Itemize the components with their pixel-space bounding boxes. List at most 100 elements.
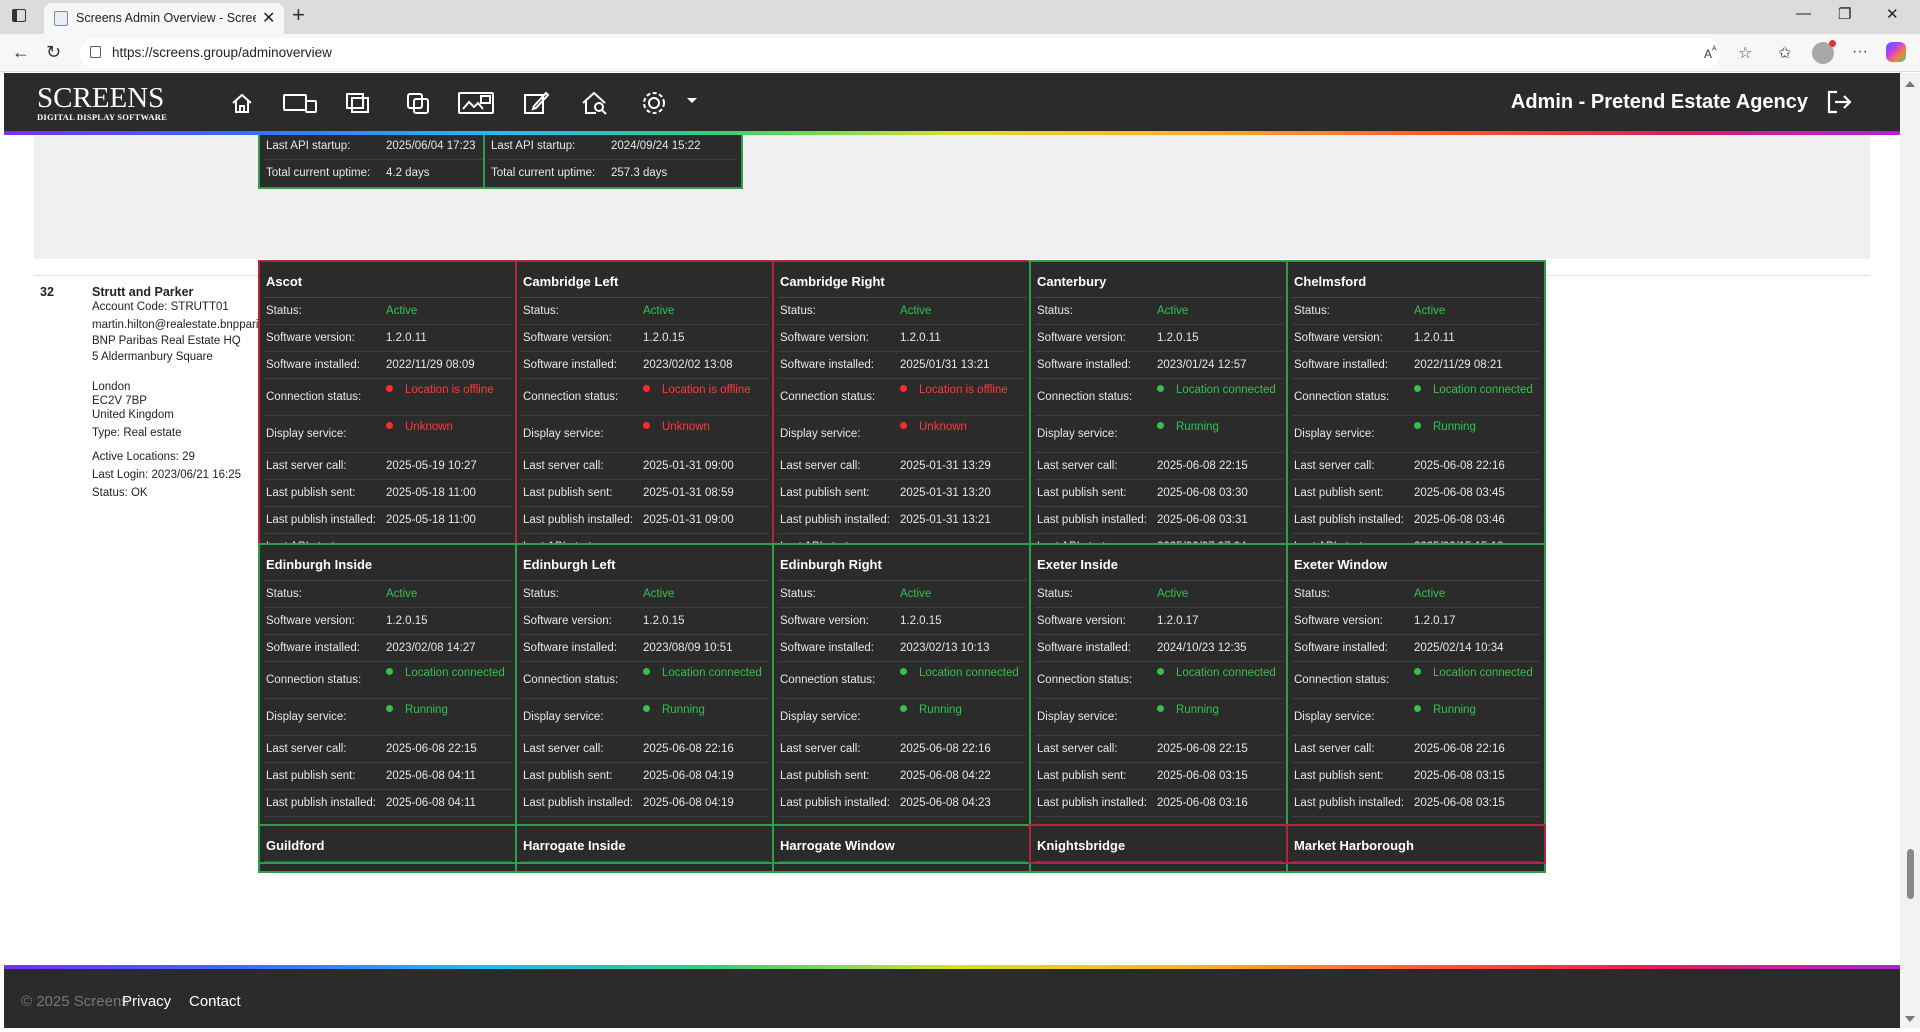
location-card[interactable]: Cambridge Right Status: Active Software ver… xyxy=(772,260,1032,590)
location-name[interactable]: Canterbury xyxy=(1035,262,1283,298)
account-info-line: Last Login: 2023/06/21 16:25 xyxy=(92,469,241,481)
new-tab-icon[interactable]: + xyxy=(292,3,305,27)
location-name[interactable]: Harrogate Window xyxy=(778,826,1026,862)
location-card[interactable]: Market Harborough xyxy=(1286,824,1546,864)
read-aloud-icon[interactable]: Aᴬ xyxy=(1704,45,1717,61)
row-label: Last publish sent: xyxy=(1294,770,1384,782)
status-text: Location connected xyxy=(662,667,762,679)
location-card[interactable]: Last API startup: 2025/06/04 17:23 Total c… xyxy=(258,135,518,189)
browser-tab[interactable]: Screens Admin Overview - Screens ✕ xyxy=(44,3,284,34)
minimize-icon[interactable]: — xyxy=(1796,5,1811,22)
settings-icon[interactable] xyxy=(634,87,674,119)
card-row-display: Display service: Running xyxy=(521,699,769,736)
row-label: Connection status: xyxy=(1037,391,1133,403)
location-name[interactable]: Exeter Window xyxy=(1292,545,1540,581)
copilot-icon[interactable] xyxy=(1886,42,1906,62)
favorites-icon[interactable]: ✩ xyxy=(1778,43,1791,63)
reload-icon[interactable]: ↻ xyxy=(46,42,61,63)
row-value: 2022/11/29 08:21 xyxy=(1414,359,1503,371)
location-name[interactable]: Knightsbridge xyxy=(1035,826,1283,862)
location-name[interactable]: Cambridge Right xyxy=(778,262,1026,298)
location-name[interactable]: Chelmsford xyxy=(1292,262,1540,298)
location-name[interactable]: Edinburgh Inside xyxy=(264,545,512,581)
copy-icon[interactable] xyxy=(398,87,438,119)
row-label: Last publish sent: xyxy=(523,770,613,782)
location-name[interactable]: Edinburgh Right xyxy=(778,545,1026,581)
location-card[interactable]: Harrogate Window xyxy=(772,824,1032,864)
row-value: Location is offline xyxy=(900,384,1008,396)
card-row: Last API startup: 2025/06/04 17:23 xyxy=(264,135,512,160)
location-card[interactable]: Guildford xyxy=(258,824,518,864)
location-name[interactable]: Harrogate Inside xyxy=(521,826,769,862)
row-label: Status: xyxy=(780,588,816,600)
scroll-up-icon[interactable] xyxy=(1905,81,1915,87)
scroll-down-icon[interactable] xyxy=(1905,1016,1915,1022)
privacy-link[interactable]: Privacy xyxy=(122,993,171,1010)
home-icon[interactable] xyxy=(222,87,262,119)
close-window-icon[interactable]: ✕ xyxy=(1886,5,1899,23)
row-value: 1.2.0.15 xyxy=(643,615,685,627)
status-dot-icon xyxy=(1414,705,1421,712)
row-label: Display service: xyxy=(1294,711,1375,723)
card-row-publish-sent: Last publish sent: 2025-06-08 03:30 xyxy=(1035,480,1283,507)
url-text[interactable]: https://screens.group/adminoverview xyxy=(112,45,332,60)
card-row-server-call: Last server call: 2025-06-08 22:16 xyxy=(521,736,769,763)
window-menu-icon[interactable] xyxy=(12,9,26,22)
close-tab-icon[interactable]: ✕ xyxy=(262,8,275,28)
edit-icon[interactable] xyxy=(516,87,556,119)
profile-avatar[interactable] xyxy=(1812,40,1836,64)
back-icon[interactable]: ← xyxy=(12,42,30,63)
contact-link[interactable]: Contact xyxy=(189,993,241,1010)
location-card[interactable]: Knightsbridge xyxy=(1029,824,1289,864)
card-row-publish-sent: Last publish sent: 2025-06-08 03:15 xyxy=(1292,763,1540,790)
layers-icon[interactable] xyxy=(338,87,378,119)
card-row-server-call: Last server call: 2025-01-31 09:00 xyxy=(521,453,769,480)
card-row-display: Display service: Unknown xyxy=(778,416,1026,453)
status-text: Location connected xyxy=(405,667,505,679)
scrollbar-thumb[interactable] xyxy=(1907,849,1914,899)
property-icon[interactable] xyxy=(574,87,614,119)
page-scrollbar[interactable] xyxy=(1900,73,1920,1028)
row-label: Software version: xyxy=(1037,615,1126,627)
card-row-status: Status: Active xyxy=(1292,298,1540,325)
status-dot-icon xyxy=(386,668,393,675)
status-text: Unknown xyxy=(662,421,710,433)
location-name[interactable]: Market Harborough xyxy=(1292,826,1540,862)
logout-icon[interactable] xyxy=(1824,87,1854,122)
row-value: 1.2.0.11 xyxy=(1414,332,1455,344)
location-name[interactable]: Cambridge Left xyxy=(521,262,769,298)
row-value: 4.2 days xyxy=(386,167,430,179)
location-name[interactable]: Guildford xyxy=(264,826,512,862)
status-text: Running xyxy=(405,704,448,716)
address-bar[interactable]: https://screens.group/adminoverview xyxy=(80,38,1720,68)
location-card[interactable]: Harrogate Inside xyxy=(515,824,775,864)
location-name[interactable]: Ascot xyxy=(264,262,512,298)
site-info-icon[interactable] xyxy=(90,46,101,58)
row-label: Status: xyxy=(780,305,816,317)
screens-logo[interactable]: SCREENS DIGITAL DISPLAY SOFTWARE xyxy=(37,84,167,123)
row-value: Unknown xyxy=(386,421,453,433)
status-dot-icon xyxy=(900,422,907,429)
favorite-star-icon[interactable]: ☆ xyxy=(1738,43,1752,63)
account-number: 32 xyxy=(40,285,54,299)
location-name[interactable]: Edinburgh Left xyxy=(521,545,769,581)
media-icon[interactable] xyxy=(456,87,496,119)
row-value: Active xyxy=(900,305,932,317)
location-card[interactable]: Chelmsford Status: Active Software version:… xyxy=(1286,260,1546,590)
location-name[interactable]: Exeter Inside xyxy=(1035,545,1283,581)
location-card[interactable]: Cambridge Left Status: Active Software vers… xyxy=(515,260,775,590)
row-value: 1.2.0.15 xyxy=(643,332,685,344)
row-label: Status: xyxy=(523,588,559,600)
more-options-icon[interactable]: ··· xyxy=(1852,43,1868,61)
row-label: Last server call: xyxy=(1294,743,1375,755)
row-value: Unknown xyxy=(643,421,710,433)
restore-icon[interactable]: ❐ xyxy=(1838,5,1851,23)
settings-dropdown-chevron-down-icon[interactable] xyxy=(687,98,697,103)
devices-icon[interactable] xyxy=(280,87,320,119)
account-info-line: London xyxy=(92,381,131,393)
location-card[interactable]: Ascot Status: Active Software version: 1.2.0… xyxy=(258,260,518,590)
location-card[interactable]: Canterbury Status: Active Software version:… xyxy=(1029,260,1289,590)
row-label: Connection status: xyxy=(523,391,619,403)
location-card[interactable]: Last API startup: 2024/09/24 15:22 Total c… xyxy=(483,135,743,189)
row-value: 2025-05-19 10:27 xyxy=(386,460,477,472)
